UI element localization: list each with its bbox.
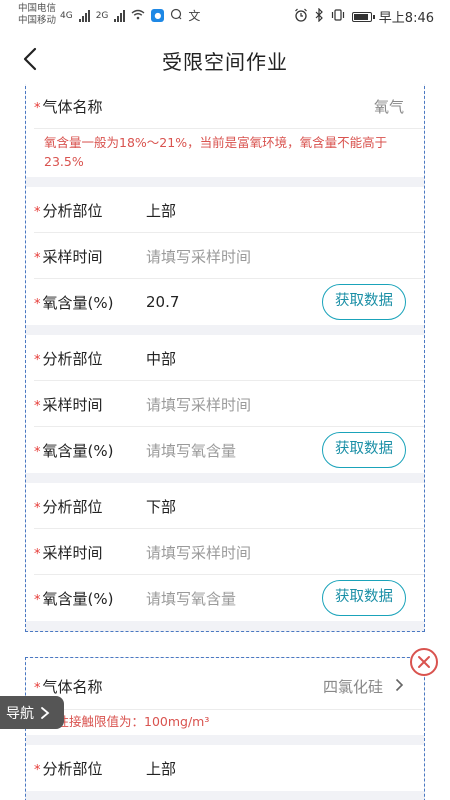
- sampling-time-label: 采样时间: [42, 247, 103, 266]
- status-bar: 中国电信 中国移动 4G 2G ● 文 早上8:46: [0, 0, 450, 34]
- content-area[interactable]: * 气体名称 氧气 氧含量一般为18%～21%，当前是富氧环境，氧含量不能高于23…: [0, 84, 450, 800]
- gas-analysis-card-silicon-tetrachloride: * 气体名称 四氯化硅 毒性接触限值为：100mg/m³ * 分析部位 上部: [25, 657, 425, 800]
- required-mark: *: [34, 352, 41, 368]
- analysis-part-value: 上部: [146, 201, 177, 220]
- required-mark: *: [34, 296, 41, 312]
- translate-icon: 文: [188, 9, 201, 23]
- carrier-names: 中国电信 中国移动: [18, 3, 56, 27]
- analysis-part-label: 分析部位: [42, 201, 103, 220]
- page-title: 受限空间作业: [162, 50, 288, 74]
- sampling-time-input[interactable]: 请填写采样时间: [146, 394, 251, 415]
- oxygen-content-label: 氧含量(%): [42, 589, 114, 608]
- analysis-part-value: 上部: [146, 759, 177, 778]
- network-type-1: 4G: [60, 10, 73, 21]
- sampling-time-label: 采样时间: [42, 543, 103, 562]
- required-mark: *: [34, 680, 41, 696]
- gas-name-value: 氧气: [373, 97, 404, 116]
- fetch-data-button[interactable]: 获取数据: [322, 284, 406, 320]
- delete-card-button[interactable]: [410, 648, 438, 676]
- navigation-label: 导航: [6, 705, 34, 722]
- required-mark: *: [34, 592, 41, 608]
- signal-2-icon: [114, 9, 126, 22]
- analysis-part-label: 分析部位: [42, 349, 103, 368]
- sampling-time-row[interactable]: * 采样时间 请填写采样时间: [26, 381, 424, 427]
- analysis-part-value: 下部: [146, 497, 177, 516]
- gas-name-value: 四氯化硅: [322, 677, 383, 696]
- wifi-icon: [131, 9, 145, 23]
- required-mark: *: [34, 762, 41, 778]
- sampling-time-input[interactable]: 请填写采样时间: [146, 246, 251, 267]
- analysis-part-label: 分析部位: [42, 759, 103, 778]
- oxygen-content-input[interactable]: 请填写氧含量: [146, 588, 236, 609]
- oxygen-content-label: 氧含量(%): [42, 293, 114, 312]
- sampling-time-row[interactable]: * 采样时间 请填写采样时间: [26, 529, 424, 575]
- vibrate-icon: [331, 8, 345, 25]
- oxygen-content-label: 氧含量(%): [42, 441, 114, 460]
- required-mark: *: [34, 444, 41, 460]
- carrier-1: 中国电信: [18, 3, 57, 14]
- alarm-icon: [294, 8, 308, 26]
- analysis-part-row[interactable]: * 分析部位 中部: [26, 335, 424, 381]
- required-mark: *: [34, 546, 41, 562]
- app-notification-icon: ●: [151, 9, 165, 22]
- gas-name-row[interactable]: * 气体名称 四氯化硅: [26, 658, 424, 710]
- status-time: 早上8:46: [378, 11, 434, 26]
- fetch-data-button[interactable]: 获取数据: [322, 432, 406, 468]
- oxygen-content-input[interactable]: 请填写氧含量: [146, 440, 236, 461]
- analysis-part-value: 中部: [146, 349, 177, 368]
- message-icon: [170, 8, 182, 23]
- oxygen-content-row[interactable]: * 氧含量(%) 请填写氧含量 获取数据: [26, 427, 424, 473]
- network-type-2: 2G: [95, 10, 109, 21]
- required-mark: *: [34, 100, 41, 116]
- oxygen-content-row[interactable]: * 氧含量(%) 请填写氧含量 获取数据: [26, 575, 424, 621]
- gas-name-label: 气体名称: [42, 97, 103, 116]
- close-icon: [418, 656, 430, 668]
- sampling-time-row[interactable]: * 采样时间 请填写采样时间: [26, 233, 424, 279]
- required-mark: *: [34, 398, 41, 414]
- toxicity-limit-note: 毒性接触限值为：100mg/m³: [26, 710, 424, 735]
- analysis-part-row[interactable]: * 分析部位 上部: [26, 745, 424, 791]
- sampling-time-label: 采样时间: [42, 395, 103, 414]
- chevron-right-icon: [395, 678, 404, 696]
- bluetooth-icon: [315, 7, 324, 26]
- carrier-2: 中国移动: [18, 15, 57, 26]
- gas-name-label: 气体名称: [42, 677, 103, 696]
- analysis-part-row[interactable]: * 分析部位 上部: [26, 187, 424, 233]
- sampling-time-input[interactable]: 请填写采样时间: [146, 542, 251, 563]
- analysis-part-label: 分析部位: [42, 497, 103, 516]
- oxygen-content-input[interactable]: 20.7: [146, 293, 179, 311]
- header-bar: 受限空间作业: [0, 34, 450, 84]
- gas-name-row[interactable]: * 气体名称 氧气: [26, 84, 424, 129]
- analysis-part-row[interactable]: * 分析部位 下部: [26, 483, 424, 529]
- status-right: 早上8:46: [294, 7, 434, 26]
- required-mark: *: [34, 204, 41, 220]
- oxygen-range-note: 氧含量一般为18%～21%，当前是富氧环境，氧含量不能高于23.5%: [26, 129, 424, 177]
- oxygen-content-row[interactable]: * 氧含量(%) 20.7 获取数据: [26, 279, 424, 325]
- signal-indicators: 4G 2G ● 文: [60, 7, 200, 24]
- navigation-float-button[interactable]: 导航: [0, 696, 64, 729]
- chevron-right-icon: [41, 706, 50, 719]
- fetch-data-button[interactable]: 获取数据: [322, 580, 406, 616]
- signal-1-icon: [78, 9, 90, 22]
- required-mark: *: [34, 250, 41, 266]
- required-mark: *: [34, 500, 41, 516]
- gas-analysis-card-oxygen: * 气体名称 氧气 氧含量一般为18%～21%，当前是富氧环境，氧含量不能高于23…: [25, 84, 425, 632]
- battery-icon: [351, 11, 375, 22]
